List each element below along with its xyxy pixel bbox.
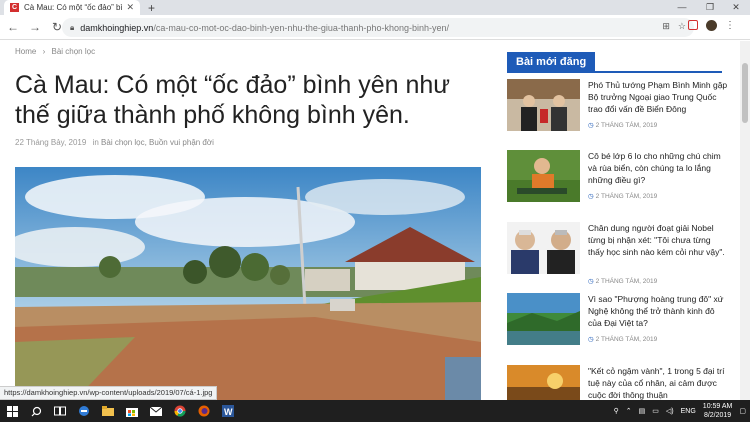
back-arrow-icon[interactable]: ← (4, 20, 22, 34)
breadcrumb-separator: › (42, 47, 46, 56)
volume-icon[interactable]: ◁) (666, 407, 674, 415)
clock-icon: ◷ (588, 122, 594, 129)
profile-avatar[interactable] (706, 20, 717, 31)
toolbar-right: ⋮ (688, 20, 735, 31)
battery-icon[interactable]: ▭ (652, 407, 659, 415)
taskbar-clock[interactable]: 10:59 AM 8/2/2019 (703, 402, 733, 420)
close-tab-icon[interactable]: ✕ (126, 2, 134, 13)
windows-taskbar: W ⚲ ⌃ ▤ ▭ ◁) ENG 10:59 AM 8/2/2019 ▢ (0, 400, 750, 422)
post-title[interactable]: Chân dung người đoạt giải Nobel từng bị … (588, 222, 728, 258)
clock-icon: ◷ (588, 193, 594, 200)
breadcrumb-category[interactable]: Bài chọn lọc (51, 47, 95, 56)
store-icon[interactable] (120, 400, 144, 422)
sidebar-post[interactable]: "Kết cỏ ngậm vành", 1 trong 5 đại trí tu… (507, 365, 727, 400)
clock-icon: ◷ (588, 336, 594, 343)
status-bar-url: https://damkhoinghiep.vn/wp-content/uplo… (0, 386, 218, 400)
sidebar-heading-label: Bài mới đăng (507, 52, 596, 73)
language-indicator[interactable]: ENG (681, 408, 696, 415)
sidebar-heading: Bài mới đăng (507, 52, 722, 73)
post-thumbnail[interactable] (507, 222, 580, 274)
minimize-button[interactable]: — (668, 0, 696, 14)
article-date: 22 Tháng Bảy, 2019 (15, 138, 87, 147)
lock-icon: 🔒︎ (70, 22, 75, 32)
post-date: ◷ 2 THÁNG TÁM, 2019 (588, 336, 658, 343)
breadcrumb-home[interactable]: Home (15, 47, 36, 56)
menu-kebab-icon[interactable]: ⋮ (725, 20, 735, 31)
sidebar-post[interactable]: Phó Thủ tướng Phạm Bình Minh gặp Bộ trưở… (507, 79, 727, 139)
task-view-icon[interactable] (48, 400, 72, 422)
post-date: ◷ 2 THÁNG TÁM, 2019 (588, 122, 658, 129)
article-meta: 22 Tháng Bảy, 2019 in Bài chọn lọc, Buồn… (15, 138, 214, 147)
article-hero-image[interactable] (15, 167, 481, 400)
breadcrumb: Home › Bài chọn lọc (15, 47, 95, 56)
system-tray: ⚲ ⌃ ▤ ▭ ◁) ENG 10:59 AM 8/2/2019 ▢ (614, 400, 746, 422)
article-title: Cà Mau: Có một “ốc đảo” bình yên như thế… (15, 71, 451, 129)
post-thumbnail[interactable] (507, 79, 580, 131)
scrollbar-thumb[interactable] (742, 63, 748, 123)
post-date: ◷ 2 THÁNG TÁM, 2019 (588, 193, 658, 200)
post-thumbnail[interactable] (507, 293, 580, 345)
clock-date: 8/2/2019 (703, 412, 732, 419)
file-explorer-icon[interactable] (96, 400, 120, 422)
notification-up-icon[interactable]: ⌃ (626, 407, 632, 415)
bookmark-star-icon[interactable]: ☆ (678, 21, 686, 32)
url-domain: damkhoinghiep.vn (80, 22, 154, 33)
page-scrollbar[interactable] (740, 41, 750, 400)
address-bar[interactable]: 🔒︎ damkhoinghiep.vn /ca-mau-co-mot-oc-da… (62, 18, 694, 37)
browser-tab[interactable]: C Cà Mau: Có một “ốc đảo” bình yê ✕ (4, 0, 140, 15)
post-thumbnail[interactable] (507, 150, 580, 202)
svg-text:W: W (224, 407, 233, 417)
post-title[interactable]: Phó Thủ tướng Phạm Bình Minh gặp Bộ trưở… (588, 79, 728, 115)
windows-start-icon[interactable] (0, 400, 24, 422)
close-window-button[interactable]: ✕ (722, 0, 750, 14)
article-categories[interactable]: Bài chọn lọc, Buồn vui phận đời (101, 138, 214, 147)
extension-icon[interactable] (688, 20, 698, 30)
word-icon[interactable]: W (216, 400, 240, 422)
tab-bar: C Cà Mau: Có một “ốc đảo” bình yê ✕ + — … (0, 0, 750, 15)
tab-title: Cà Mau: Có một “ốc đảo” bình yê (24, 3, 123, 12)
search-icon[interactable] (24, 400, 48, 422)
new-tab-button[interactable]: + (148, 1, 155, 15)
chrome-icon[interactable] (168, 400, 192, 422)
sidebar-post[interactable]: Chân dung người đoạt giải Nobel từng bị … (507, 222, 728, 285)
forward-arrow-icon[interactable]: → (26, 20, 44, 34)
url-path: /ca-mau-co-mot-oc-dao-binh-yen-nhu-the-g… (153, 22, 449, 33)
in-label: in (92, 138, 99, 147)
maximize-button[interactable]: ❐ (696, 0, 724, 14)
sidebar-post[interactable]: Vì sao "Phượng hoàng trung đô" xứ Nghệ k… (507, 293, 727, 353)
edge-browser-icon[interactable] (72, 400, 96, 422)
post-title[interactable]: "Kết cỏ ngậm vành", 1 trong 5 đại trí tu… (588, 365, 728, 400)
post-date: ◷ 2 THÁNG TÁM, 2019 (588, 278, 658, 285)
mail-icon[interactable] (144, 400, 168, 422)
translate-icon[interactable]: ⊞ (662, 21, 670, 32)
site-favicon-icon: C (10, 3, 19, 12)
browser-toolbar: ← → ↻ 🔒︎ damkhoinghiep.vn /ca-mau-co-mot… (0, 15, 750, 40)
post-thumbnail[interactable] (507, 365, 580, 400)
clock-icon: ◷ (588, 278, 594, 285)
people-icon[interactable]: ⚲ (614, 407, 619, 415)
clock-time: 10:59 AM (702, 403, 733, 410)
web-page: Home › Bài chọn lọc Cà Mau: Có một “ốc đ… (0, 41, 750, 400)
post-title[interactable]: Vì sao "Phượng hoàng trung đô" xứ Nghệ k… (588, 293, 728, 329)
action-center-icon[interactable]: ▢ (739, 407, 746, 415)
sidebar-post[interactable]: Cô bé lớp 6 lo cho những chú chim và rùa… (507, 150, 727, 210)
post-title[interactable]: Cô bé lớp 6 lo cho những chú chim và rùa… (588, 150, 728, 186)
network-icon[interactable]: ▤ (639, 407, 646, 415)
firefox-icon[interactable] (192, 400, 216, 422)
